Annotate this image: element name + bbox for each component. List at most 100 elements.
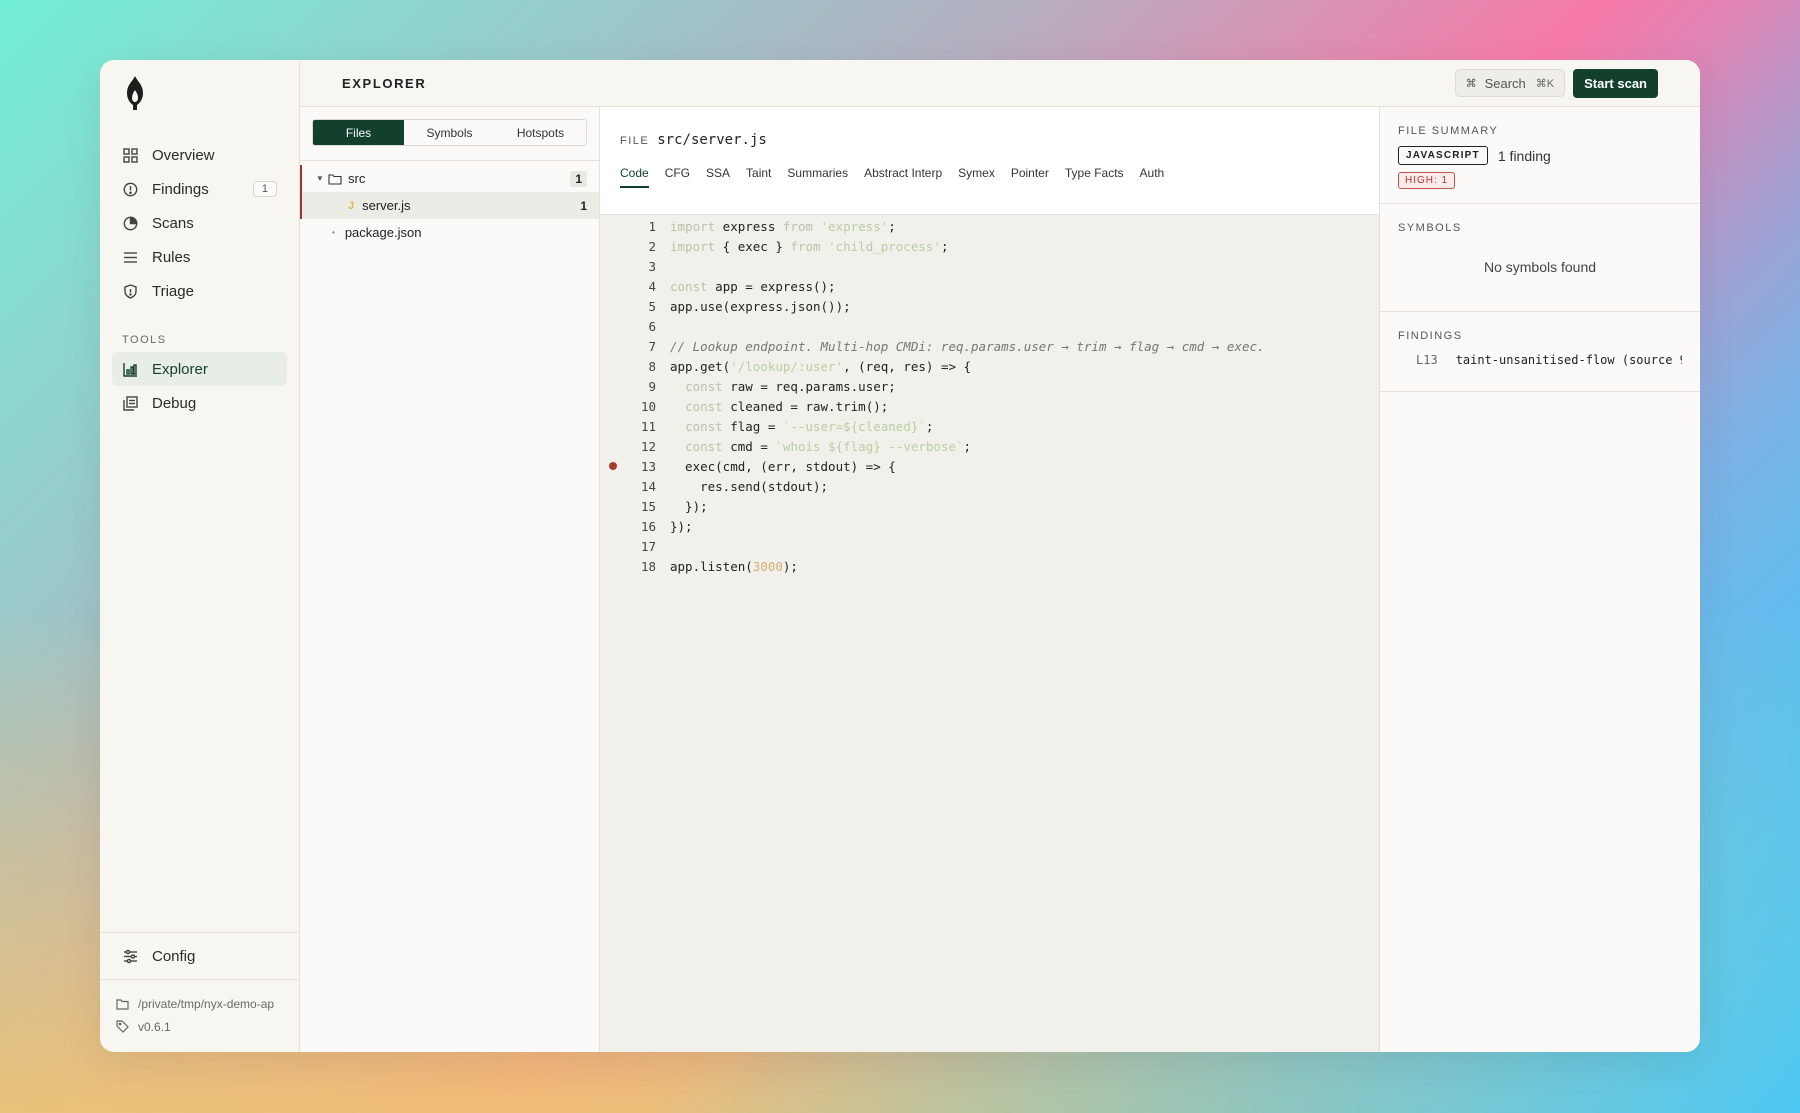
nav-item-config[interactable]: Config [112,939,287,973]
nav-item-overview[interactable]: Overview [112,138,287,172]
line-number: 4 [648,278,656,294]
line-number: 14 [640,478,656,494]
code-line: 14 res.send(stdout); [600,476,1379,496]
nav-item-findings[interactable]: Findings 1 [112,172,287,206]
caret-down-icon[interactable]: ▼ [316,174,328,183]
tree-file-server-js[interactable]: J server.js 1 [300,192,599,219]
nav-item-label: Overview [152,146,215,164]
line-number: 2 [648,238,656,254]
code-line: 2 import { exec } from 'child_process'; [600,236,1379,256]
file-path: src/server.js [657,132,767,148]
finding-count-label: 1 finding [1497,147,1551,164]
code-panel: FILE src/server.js Code CFG SSA Taint Su… [600,107,1380,1052]
nav-item-label: Explorer [152,360,208,378]
code-line: 9 const raw = req.params.user; [600,376,1379,396]
workspace-path: /private/tmp/nyx-demo-ap [138,996,275,1011]
tab-abstract-interp[interactable]: Abstract Interp [864,166,942,188]
finding-line: L13 [1416,353,1438,367]
finding-marker-icon[interactable] [609,462,617,470]
logo [100,60,299,130]
tree-item-label: server.js [362,198,411,213]
code-line: 13 exec(cmd, (err, stdout) => { [600,456,1379,476]
code-header: FILE src/server.js Code CFG SSA Taint Su… [600,107,1379,215]
line-number: 13 [640,458,656,474]
nav-item-rules[interactable]: Rules [112,240,287,274]
tree-item-label: package.json [344,225,422,240]
nav-item-triage[interactable]: Triage [112,274,287,308]
line-number: 8 [648,358,656,374]
version-label: v0.6.1 [138,1019,171,1034]
code-line: 11 const flag = `--user=${cleaned}`; [600,416,1379,436]
finding-item[interactable]: L13 taint-unsanitised-flow (source 9 [1398,351,1682,377]
finding-count: 1 [580,198,587,213]
start-scan-button[interactable]: Start scan [1573,68,1658,98]
code-line: 1 import express from 'express'; [600,216,1379,236]
file-summary-panel: FILE SUMMARY JAVASCRIPT 1 finding HIGH: … [1380,107,1700,1052]
nav-item-scans[interactable]: Scans [112,206,287,240]
analysis-tabs: Code CFG SSA Taint Summaries Abstract In… [620,166,1359,188]
file-dot-icon: • [332,228,335,237]
alert-circle-icon [122,181,138,197]
nav-item-label: Findings [152,180,209,198]
line-number: 11 [640,418,656,434]
folder-icon [328,173,342,185]
code-line: 16}); [600,516,1379,536]
line-number: 3 [648,258,656,274]
tree-file-package-json[interactable]: • package.json [300,219,599,246]
section-title: SYMBOLS [1398,222,1462,234]
tab-summaries[interactable]: Summaries [787,166,848,188]
tab-taint[interactable]: Taint [746,166,771,188]
findings-count-badge: 1 [252,181,277,197]
code-line: 18 app.listen(3000); [600,556,1379,576]
version-row: v0.6.1 [116,1015,283,1038]
tools-section-label: TOOLS [122,334,167,346]
section-title: FILE SUMMARY [1398,125,1499,137]
tab-ssa[interactable]: SSA [706,166,730,188]
tab-files[interactable]: Files [313,120,404,145]
workspace-path-row: /private/tmp/nyx-demo-ap [116,992,283,1015]
tab-hotspots[interactable]: Hotspots [495,120,586,145]
list-icon [122,249,138,265]
empty-state: No symbols found [1483,259,1597,275]
search-button[interactable]: ⌘ Search ⌘K [1454,69,1566,97]
topbar: EXPLORER ⌘ Search ⌘K Start scan [300,60,1700,107]
file-summary-section: FILE SUMMARY JAVASCRIPT 1 finding HIGH: … [1380,107,1700,204]
tree-mode-tabs: Files Symbols Hotspots [312,119,587,146]
severity-badge: HIGH: 1 [1398,172,1456,189]
code-line: 8 app.get('/lookup/:user', (req, res) => … [600,356,1379,376]
tab-auth[interactable]: Auth [1140,166,1165,188]
nav-item-explorer[interactable]: Explorer [112,352,287,386]
sidebar: Overview Findings 1 Scans Rules Triage T… [100,60,300,1052]
page-title: EXPLORER [342,75,427,91]
line-number: 1 [648,218,656,234]
section-title: FINDINGS [1398,330,1463,342]
code-viewer[interactable]: 1 import express from 'express'; 2 import … [600,215,1379,1052]
tree-item-label: src [348,171,366,186]
main-area: EXPLORER ⌘ Search ⌘K Start scan Files Sy… [300,60,1700,1052]
tab-code[interactable]: Code [620,166,649,188]
tab-symex[interactable]: Symex [958,166,995,188]
line-number: 15 [640,498,656,514]
workspace-meta: /private/tmp/nyx-demo-ap v0.6.1 [100,979,299,1052]
code-line: 5 app.use(express.json()); [600,296,1379,316]
code-line: 6 [600,316,1379,336]
nav-item-label: Triage [152,282,194,300]
nav-item-debug[interactable]: Debug [112,386,287,420]
file-path-row: FILE src/server.js [620,132,1359,148]
tab-pointer[interactable]: Pointer [1011,166,1049,188]
sidebar-bottom: Config /private/tmp/nyx-demo-ap v0.6.1 [100,932,299,1052]
line-number: 17 [640,538,656,554]
tab-cfg[interactable]: CFG [665,166,690,188]
line-number: 12 [640,438,656,454]
js-file-icon: J [348,199,355,212]
copy-icon [122,395,138,411]
tree-folder-src[interactable]: ▼ src 1 [300,165,599,192]
tab-type-facts[interactable]: Type Facts [1065,166,1124,188]
command-icon: ⌘ [1465,77,1477,90]
tab-symbols[interactable]: Symbols [404,120,495,145]
line-number: 7 [648,338,656,354]
content: Files Symbols Hotspots ▼ src 1 J server.… [300,107,1700,1052]
symbols-section: SYMBOLS No symbols found [1380,204,1700,312]
line-number: 16 [640,518,656,534]
nav-item-label: Rules [152,248,191,266]
